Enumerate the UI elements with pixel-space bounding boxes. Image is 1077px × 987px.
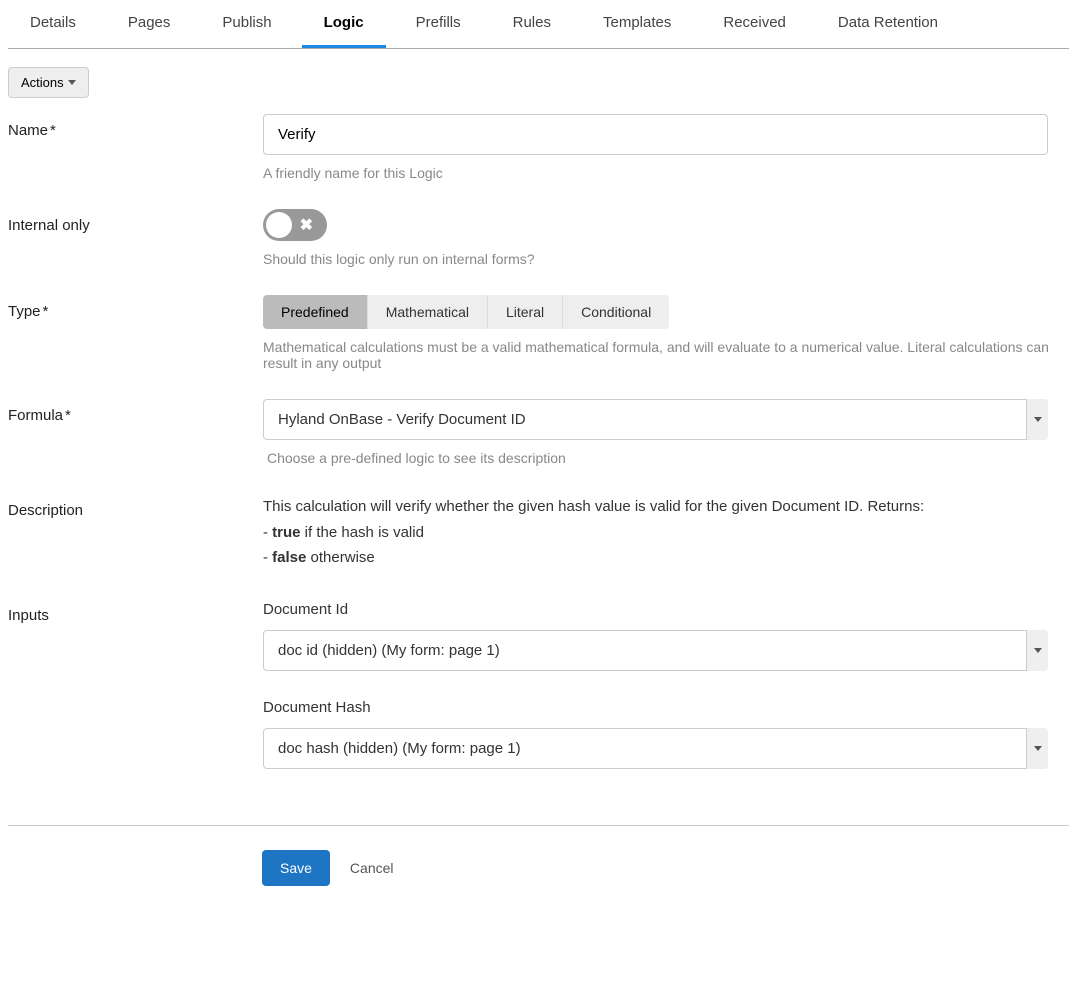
caret-down-icon bbox=[68, 80, 76, 85]
internal-only-toggle[interactable]: ✖ bbox=[263, 209, 327, 241]
toggle-knob bbox=[266, 212, 292, 238]
actions-dropdown-button[interactable]: Actions bbox=[8, 67, 89, 98]
tab-pages[interactable]: Pages bbox=[106, 0, 193, 48]
tab-publish[interactable]: Publish bbox=[200, 0, 293, 48]
x-icon: ✖ bbox=[300, 215, 313, 235]
type-conditional[interactable]: Conditional bbox=[563, 295, 669, 329]
formula-value: Hyland OnBase - Verify Document ID bbox=[263, 399, 1048, 440]
internal-only-help: Should this logic only run on internal f… bbox=[263, 251, 1053, 267]
name-help: A friendly name for this Logic bbox=[263, 165, 1053, 181]
input-document-id-label: Document Id bbox=[263, 601, 1053, 618]
type-literal[interactable]: Literal bbox=[488, 295, 563, 329]
cancel-button[interactable]: Cancel bbox=[350, 860, 394, 876]
tab-templates[interactable]: Templates bbox=[581, 0, 693, 48]
type-button-group: Predefined Mathematical Literal Conditio… bbox=[263, 295, 669, 329]
input-document-id-value: doc id (hidden) (My form: page 1) bbox=[263, 630, 1048, 671]
input-document-hash-select[interactable]: doc hash (hidden) (My form: page 1) bbox=[263, 728, 1048, 769]
tab-details[interactable]: Details bbox=[8, 0, 98, 48]
description-text: This calculation will verify whether the… bbox=[263, 494, 1053, 571]
type-label: Type* bbox=[8, 295, 263, 320]
type-mathematical[interactable]: Mathematical bbox=[368, 295, 488, 329]
tab-bar: Details Pages Publish Logic Prefills Rul… bbox=[8, 0, 1069, 49]
formula-select[interactable]: Hyland OnBase - Verify Document ID bbox=[263, 399, 1048, 440]
name-input[interactable] bbox=[263, 114, 1048, 155]
input-document-id-select[interactable]: doc id (hidden) (My form: page 1) bbox=[263, 630, 1048, 671]
chevron-down-icon bbox=[1026, 630, 1048, 671]
actions-label: Actions bbox=[21, 75, 64, 90]
required-star: * bbox=[50, 122, 56, 139]
divider bbox=[8, 825, 1069, 826]
save-button[interactable]: Save bbox=[262, 850, 330, 886]
required-star: * bbox=[43, 303, 49, 320]
tab-logic[interactable]: Logic bbox=[302, 0, 386, 48]
type-help: Mathematical calculations must be a vali… bbox=[263, 339, 1053, 371]
type-predefined[interactable]: Predefined bbox=[263, 295, 368, 329]
formula-help: Choose a pre-defined logic to see its de… bbox=[267, 450, 1053, 466]
tab-prefills[interactable]: Prefills bbox=[394, 0, 483, 48]
tab-received[interactable]: Received bbox=[701, 0, 808, 48]
input-document-hash-label: Document Hash bbox=[263, 699, 1053, 716]
inputs-label: Inputs bbox=[8, 599, 263, 624]
name-label: Name* bbox=[8, 114, 263, 139]
tab-rules[interactable]: Rules bbox=[491, 0, 573, 48]
chevron-down-icon bbox=[1026, 728, 1048, 769]
input-document-hash-value: doc hash (hidden) (My form: page 1) bbox=[263, 728, 1048, 769]
chevron-down-icon bbox=[1026, 399, 1048, 440]
required-star: * bbox=[65, 407, 71, 424]
description-label: Description bbox=[8, 494, 263, 519]
formula-label: Formula* bbox=[8, 399, 263, 424]
tab-data-retention[interactable]: Data Retention bbox=[816, 0, 960, 48]
internal-only-label: Internal only bbox=[8, 209, 263, 234]
